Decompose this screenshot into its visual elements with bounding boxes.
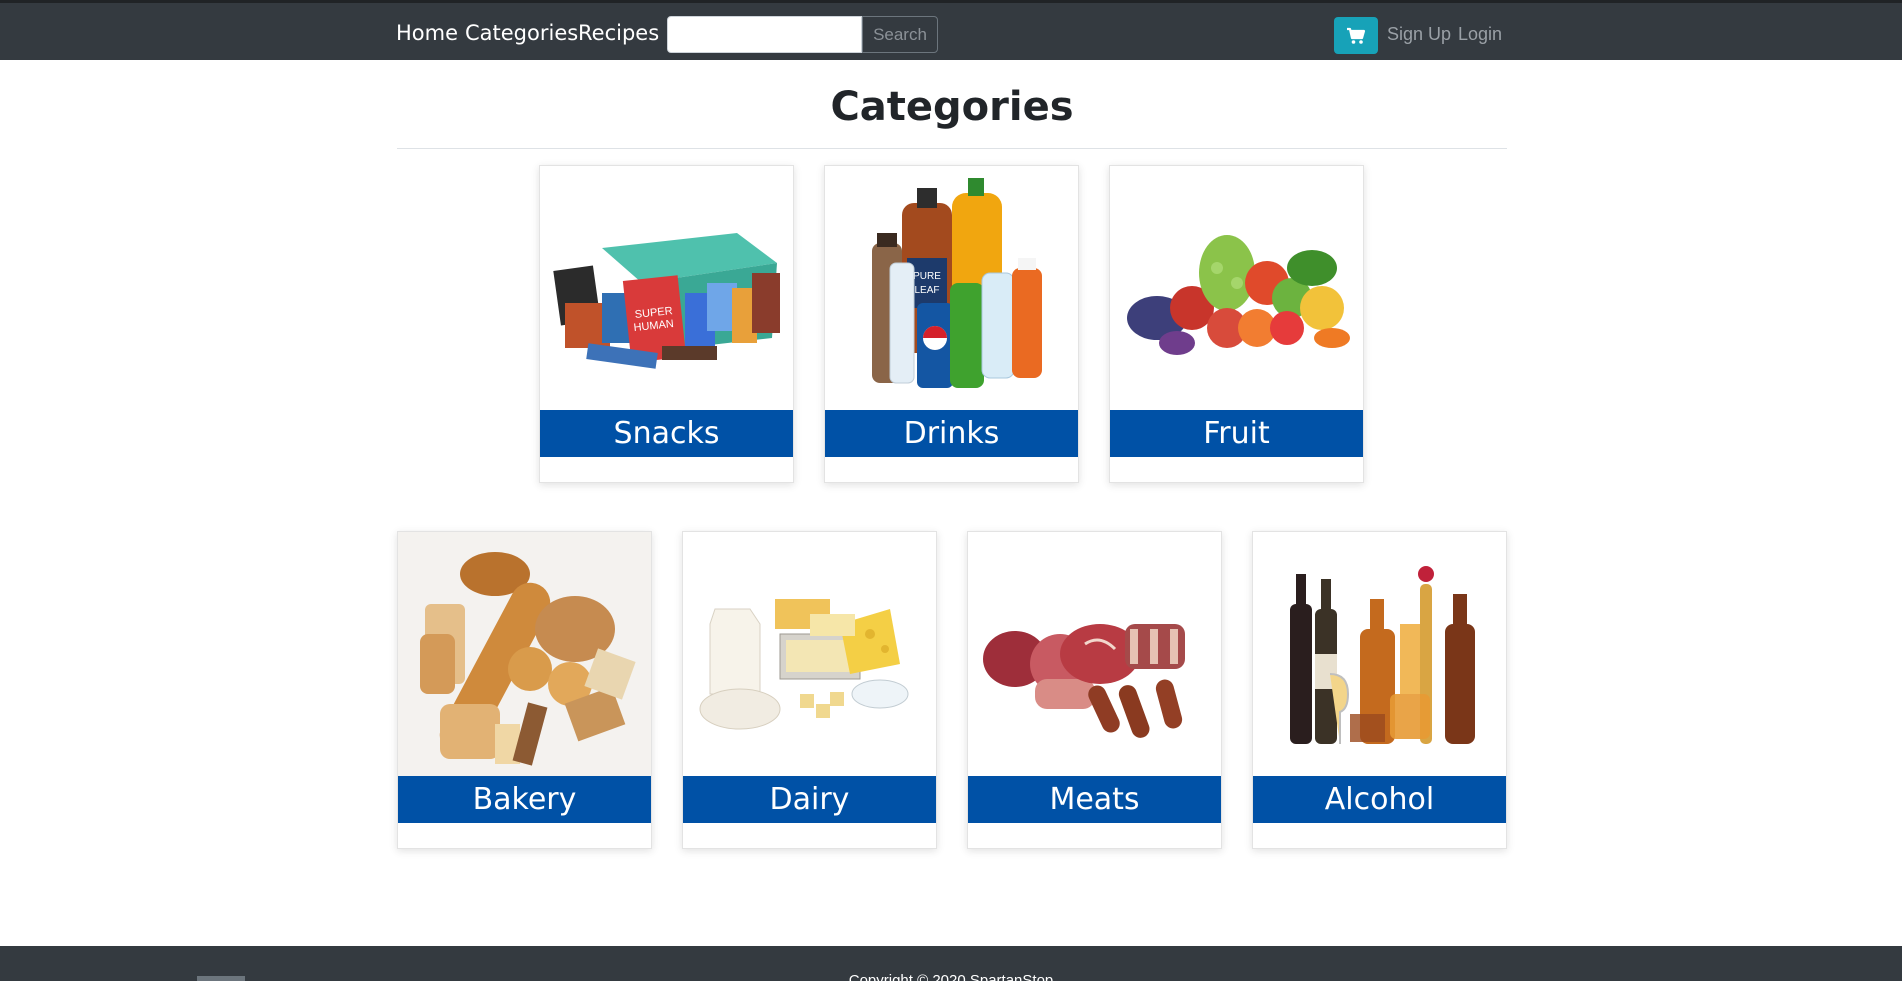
login-link[interactable]: Login <box>1458 24 1502 45</box>
signup-link[interactable]: Sign Up <box>1387 24 1451 45</box>
search-button[interactable]: Search <box>862 16 938 53</box>
category-label: Alcohol <box>1253 776 1506 823</box>
top-navbar: Home Categories Recipes Search Sign Up L… <box>0 0 1902 60</box>
category-card-alcohol[interactable]: Alcohol <box>1252 531 1507 849</box>
nav-home-link[interactable]: Home <box>396 21 458 45</box>
category-card-drinks[interactable]: PURE LEAF Drinks <box>824 165 1079 483</box>
category-card-dairy[interactable]: Dairy <box>682 531 937 849</box>
footer: Copyright © 2020 SpartanStop <box>0 946 1902 989</box>
category-label: Dairy <box>683 776 936 823</box>
category-card-snacks[interactable]: SUPER HUMAN Snacks <box>539 165 794 483</box>
category-card-fruit[interactable]: Fruit <box>1109 165 1364 483</box>
svg-text:PURE: PURE <box>913 271 941 282</box>
category-label: Bakery <box>398 776 651 823</box>
dairy-products-image <box>683 532 936 776</box>
alcohol-bottles-image <box>1253 532 1506 776</box>
svg-text:LEAF: LEAF <box>914 285 939 296</box>
category-label: Snacks <box>540 410 793 457</box>
bread-assortment-image <box>398 532 651 776</box>
shopping-cart-icon <box>1347 27 1366 44</box>
category-label: Fruit <box>1110 410 1363 457</box>
cart-button[interactable] <box>1334 17 1378 54</box>
drink-bottles-image: PURE LEAF <box>825 166 1078 410</box>
search-input[interactable] <box>667 16 862 53</box>
category-card-bakery[interactable]: Bakery <box>397 531 652 849</box>
category-label: Drinks <box>825 410 1078 457</box>
title-divider <box>397 148 1507 149</box>
raw-meats-image <box>968 532 1221 776</box>
category-card-meats[interactable]: Meats <box>967 531 1222 849</box>
snack-box-image: SUPER HUMAN <box>540 166 793 410</box>
fruit-pile-image <box>1110 166 1363 410</box>
nav-recipes-link[interactable]: Recipes <box>578 21 659 45</box>
page-title: Categories <box>830 84 1074 130</box>
nav-categories-link[interactable]: Categories <box>465 21 578 45</box>
category-label: Meats <box>968 776 1221 823</box>
